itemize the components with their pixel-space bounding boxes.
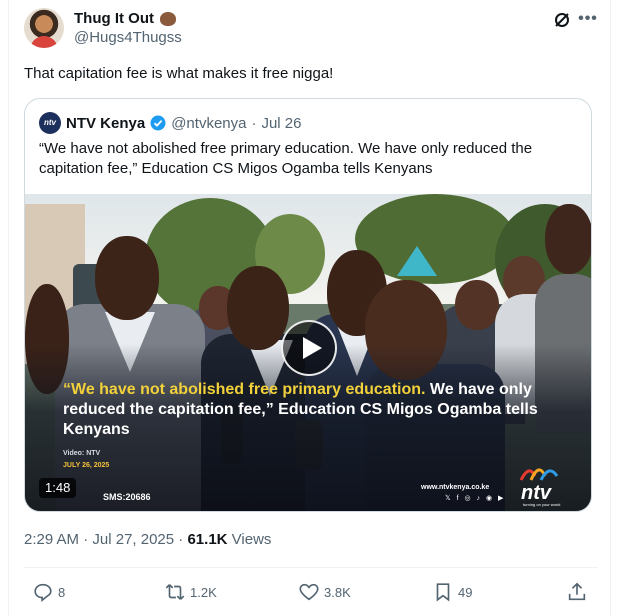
ntv-logo-tagline: turning on your world xyxy=(523,502,561,507)
video-date: JULY 26, 2025 xyxy=(63,462,110,469)
repost-icon xyxy=(165,584,185,600)
meta-separator: · xyxy=(83,531,89,548)
quoted-separator: · xyxy=(251,114,257,132)
views-count[interactable]: 61.1K xyxy=(187,531,227,548)
video-url: www.ntvkenya.co.ke xyxy=(421,484,490,491)
play-button[interactable] xyxy=(281,320,337,376)
author-name-row[interactable]: Thug It Out xyxy=(74,8,176,28)
verified-badge-icon xyxy=(150,115,166,131)
tweet-time[interactable]: 2:29 AM xyxy=(24,531,79,548)
share-button[interactable] xyxy=(566,580,588,604)
more-icon[interactable]: ••• xyxy=(578,10,598,30)
video-player[interactable]: “We have not abolished free primary educ… xyxy=(25,194,591,511)
quoted-tweet[interactable]: ntv NTV Kenya @ntvkenya · Jul 26 “We hav… xyxy=(24,98,592,512)
meta-separator: · xyxy=(178,531,184,548)
like-count: 3.8K xyxy=(324,584,351,600)
video-social-icons: 𝕏 f ◎ ♪ ◉ ▶ xyxy=(445,495,506,502)
reply-button[interactable]: 8 xyxy=(32,580,65,604)
column-border-left xyxy=(8,0,9,616)
share-icon xyxy=(568,582,586,601)
video-credit: Video: NTV xyxy=(63,450,101,457)
ntv-avatar[interactable]: ntv xyxy=(39,112,61,134)
author-avatar[interactable] xyxy=(24,8,64,48)
video-person xyxy=(545,204,591,274)
quoted-date[interactable]: Jul 26 xyxy=(261,115,301,132)
tweet-meta: 2:29 AM · Jul 27, 2025 · 61.1K Views xyxy=(24,531,271,548)
repost-button[interactable]: 1.2K xyxy=(164,580,217,604)
ntv-logo-mark xyxy=(519,468,559,481)
grok-icon[interactable] xyxy=(552,10,572,30)
video-duration: 1:48 xyxy=(39,478,77,498)
like-button[interactable]: 3.8K xyxy=(298,580,351,604)
reply-icon xyxy=(34,583,52,602)
video-caption: “We have not abolished free primary educ… xyxy=(63,380,563,440)
action-bar: 8 1.2K 3.8K 49 xyxy=(24,580,598,604)
quoted-header: ntv NTV Kenya @ntvkenya · Jul 26 xyxy=(39,112,302,134)
poop-emoji-icon xyxy=(159,12,176,26)
column-border-right xyxy=(610,0,611,616)
views-label: Views xyxy=(231,531,272,548)
video-person xyxy=(95,236,159,320)
tweet-date[interactable]: Jul 27, 2025 xyxy=(92,531,174,548)
video-caption-highlight: “We have not abolished free primary educ… xyxy=(63,381,426,398)
video-person xyxy=(227,266,289,350)
tweet-text: That capitation fee is what makes it fre… xyxy=(24,65,334,82)
tweet-header: Thug It Out @Hugs4Thugss ••• xyxy=(24,8,598,52)
bookmark-icon xyxy=(436,583,450,602)
author-display-name[interactable]: Thug It Out xyxy=(74,10,154,27)
divider xyxy=(24,567,598,568)
bookmark-button[interactable]: 49 xyxy=(432,580,472,604)
quoted-text: “We have not abolished free primary educ… xyxy=(39,140,533,177)
ntv-logo: ntv turning on your world xyxy=(519,462,573,507)
author-handle[interactable]: @Hugs4Thugss xyxy=(74,29,182,46)
video-sms: SMS:20686 xyxy=(103,492,151,502)
heart-icon xyxy=(299,583,319,601)
play-icon xyxy=(303,337,322,359)
repost-count: 1.2K xyxy=(190,584,217,600)
quoted-handle[interactable]: @ntvkenya xyxy=(171,115,246,132)
quoted-display-name[interactable]: NTV Kenya xyxy=(66,115,145,132)
video-person xyxy=(455,280,499,330)
reply-count: 8 xyxy=(58,584,66,600)
bookmark-count: 49 xyxy=(458,584,473,600)
